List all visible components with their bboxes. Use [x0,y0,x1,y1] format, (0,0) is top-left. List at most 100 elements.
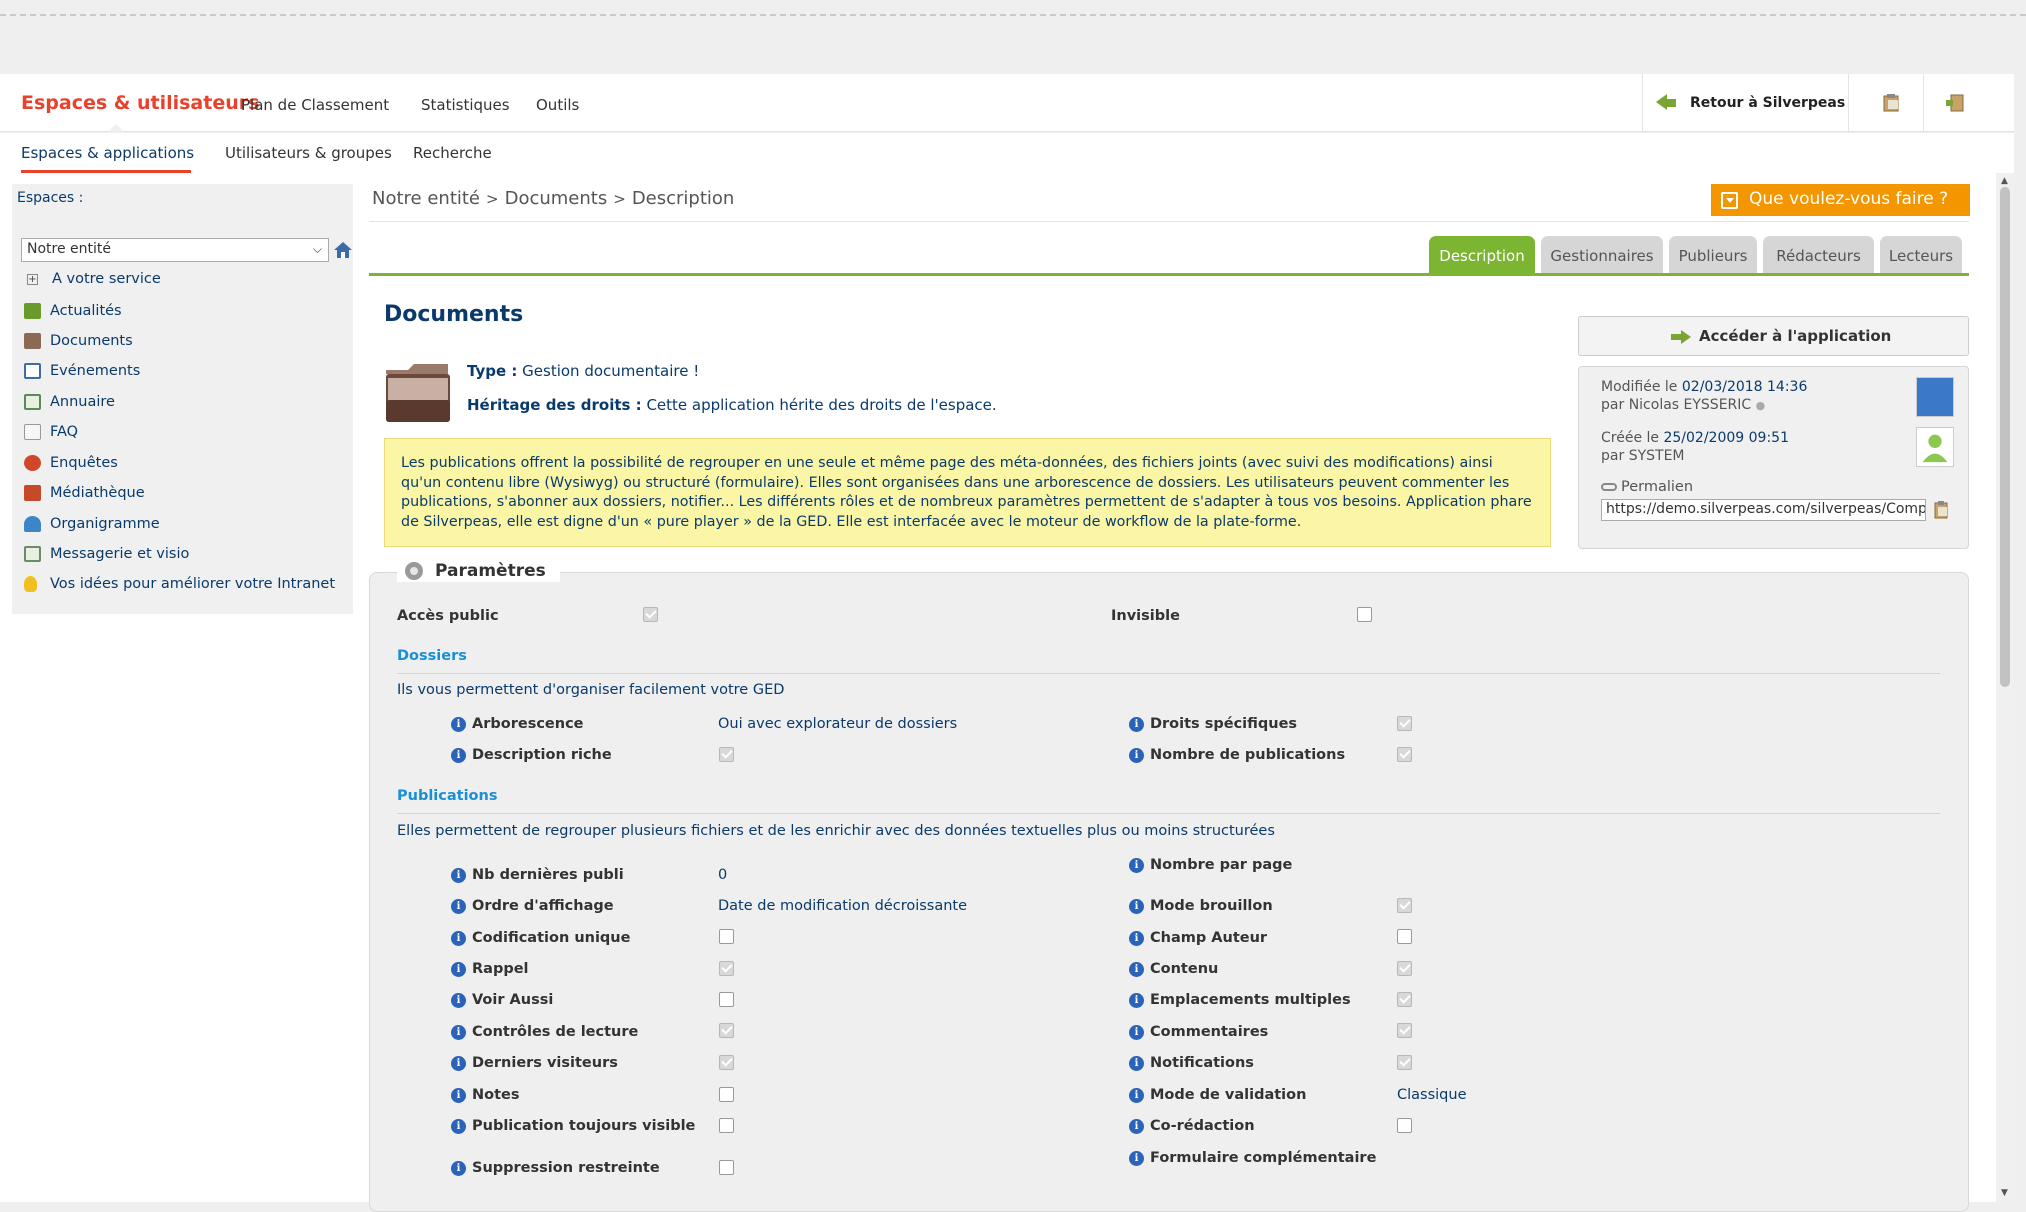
codification-unique-checkbox[interactable] [719,929,734,944]
sidebar-item-enquetes[interactable]: Enquêtes [24,455,118,471]
invisible-checkbox[interactable] [1357,607,1372,622]
subnav-recherche[interactable]: Recherche [413,144,492,162]
sidebar-item-mediatheque[interactable]: Médiathèque [24,485,145,501]
space-select[interactable]: Notre entité ⌵ [21,238,329,262]
controles-lecture-checkbox[interactable] [719,1023,734,1038]
logout-door-icon[interactable] [1945,94,1965,112]
info-icon[interactable]: i [451,716,466,732]
voir-aussi-checkbox[interactable] [719,992,734,1007]
contenu-checkbox[interactable] [1397,961,1412,976]
info-icon[interactable]: i [1129,857,1144,873]
derniers-visiteurs-checkbox[interactable] [719,1055,734,1070]
scroll-thumb[interactable] [2000,187,2010,687]
info-icon[interactable]: i [451,1024,466,1040]
avatar-modifier[interactable] [1916,377,1954,417]
retour-button[interactable]: Retour à Silverpeas [1656,94,1845,111]
sidebar-item-faq[interactable]: FAQ [24,424,78,440]
active-caret [108,124,124,132]
info-icon[interactable]: i [1129,1024,1144,1040]
modified-by-user[interactable]: Nicolas EYSSERIC [1629,397,1752,413]
sidebar-item-vos-idees[interactable]: Vos idées pour améliorer votre Intranet [24,576,335,592]
info-icon[interactable]: i [451,961,466,977]
tab-lecteurs[interactable]: Lecteurs [1880,236,1962,273]
modified-prefix: Modifiée le [1601,379,1678,395]
info-icon[interactable]: i [1129,1118,1144,1134]
type-info: Type : Gestion documentaire ! [467,362,699,380]
acceder-application-button[interactable]: Accéder à l'application [1578,316,1969,356]
info-icon[interactable]: i [451,1118,466,1134]
copy-icon[interactable] [1933,500,1951,520]
section-divider [397,673,1940,674]
notes-checkbox[interactable] [719,1087,734,1102]
mode-brouillon-checkbox[interactable] [1397,898,1412,913]
param-label: Codification unique [472,930,631,946]
info-icon[interactable]: i [1129,1150,1144,1166]
space-select-value: Notre entité [27,241,112,257]
gear-icon [405,562,423,580]
info-icon[interactable]: i [451,747,466,763]
invisible-label: Invisible [1111,608,1180,624]
rappel-checkbox[interactable] [719,961,734,976]
sidebar-item-label: Actualités [50,303,122,319]
vertical-scrollbar[interactable]: ▲ ▼ [1996,173,2014,1202]
avatar-creator[interactable] [1916,427,1954,467]
emplacements-multiples-checkbox[interactable] [1397,992,1412,1007]
info-icon[interactable]: i [1129,1055,1144,1071]
info-icon[interactable]: i [1129,961,1144,977]
sidebar-item-evenements[interactable]: Evénements [24,363,140,379]
info-icon[interactable]: i [451,1087,466,1103]
tab-publieurs[interactable]: Publieurs [1669,236,1757,273]
tab-description[interactable]: Description [1429,236,1535,273]
parameters-panel [369,572,1969,1212]
scroll-up-icon[interactable]: ▲ [2001,176,2008,186]
notifications-checkbox[interactable] [1397,1055,1412,1070]
tab-gestionnaires[interactable]: Gestionnaires [1541,236,1663,273]
commentaires-checkbox[interactable] [1397,1023,1412,1038]
sidebar-item-organigramme[interactable]: Organigramme [24,516,160,532]
suppression-restreinte-checkbox[interactable] [719,1160,734,1175]
breadcrumb-item[interactable]: Documents [505,188,608,209]
que-voulez-vous-faire-button[interactable]: Que voulez-vous faire ? [1711,184,1970,216]
scroll-down-icon[interactable]: ▼ [2001,1188,2008,1198]
nav-plan-classement[interactable]: Plan de Classement [241,96,389,114]
info-icon[interactable]: i [451,898,466,914]
orgchart-icon [24,516,41,532]
co-redaction-checkbox[interactable] [1397,1118,1412,1133]
tree-item-a-votre-service[interactable]: + A votre service [24,271,161,287]
nombre-publications-checkbox[interactable] [1397,747,1412,762]
info-icon[interactable]: i [1129,992,1144,1008]
sidebar-item-messagerie[interactable]: Messagerie et visio [24,546,189,562]
sidebar-item-documents[interactable]: Documents [24,333,133,349]
faq-icon [24,424,41,440]
breadcrumb-item[interactable]: Notre entité [372,188,480,209]
info-icon[interactable]: i [1129,930,1144,946]
info-icon[interactable]: i [1129,716,1144,732]
champ-auteur-checkbox[interactable] [1397,929,1412,944]
app-title[interactable]: Espaces & utilisateurs [21,92,259,114]
subnav-espaces-applications[interactable]: Espaces & applications [21,144,194,162]
droits-specifiques-checkbox[interactable] [1397,716,1412,731]
nav-outils[interactable]: Outils [536,96,579,114]
nav-statistiques[interactable]: Statistiques [421,96,510,114]
tab-redacteurs[interactable]: Rédacteurs [1763,236,1874,273]
sidebar-item-actualites[interactable]: Actualités [24,303,122,319]
publication-toujours-visible-checkbox[interactable] [719,1118,734,1133]
info-icon[interactable]: i [1129,747,1144,763]
expand-icon[interactable]: + [27,273,38,285]
param-label: Nombre de publications [1150,747,1346,763]
clipboard-icon[interactable] [1882,94,1902,112]
acces-public-checkbox[interactable] [643,607,658,622]
info-icon[interactable]: i [1129,898,1144,914]
description-riche-checkbox[interactable] [719,747,734,762]
info-icon[interactable]: i [451,867,466,883]
info-icon[interactable]: i [451,930,466,946]
subnav-utilisateurs-groupes[interactable]: Utilisateurs & groupes [225,144,392,162]
param-derniers-visiteurs: i Derniers visiteurs [451,1055,618,1071]
info-icon[interactable]: i [451,992,466,1008]
home-icon[interactable] [333,240,353,260]
sidebar-item-annuaire[interactable]: Annuaire [24,394,115,410]
info-icon[interactable]: i [1129,1087,1144,1103]
info-icon[interactable]: i [451,1055,466,1071]
info-icon[interactable]: i [451,1160,466,1176]
permalink-field[interactable]: https://demo.silverpeas.com/silverpeas/C… [1601,499,1926,521]
